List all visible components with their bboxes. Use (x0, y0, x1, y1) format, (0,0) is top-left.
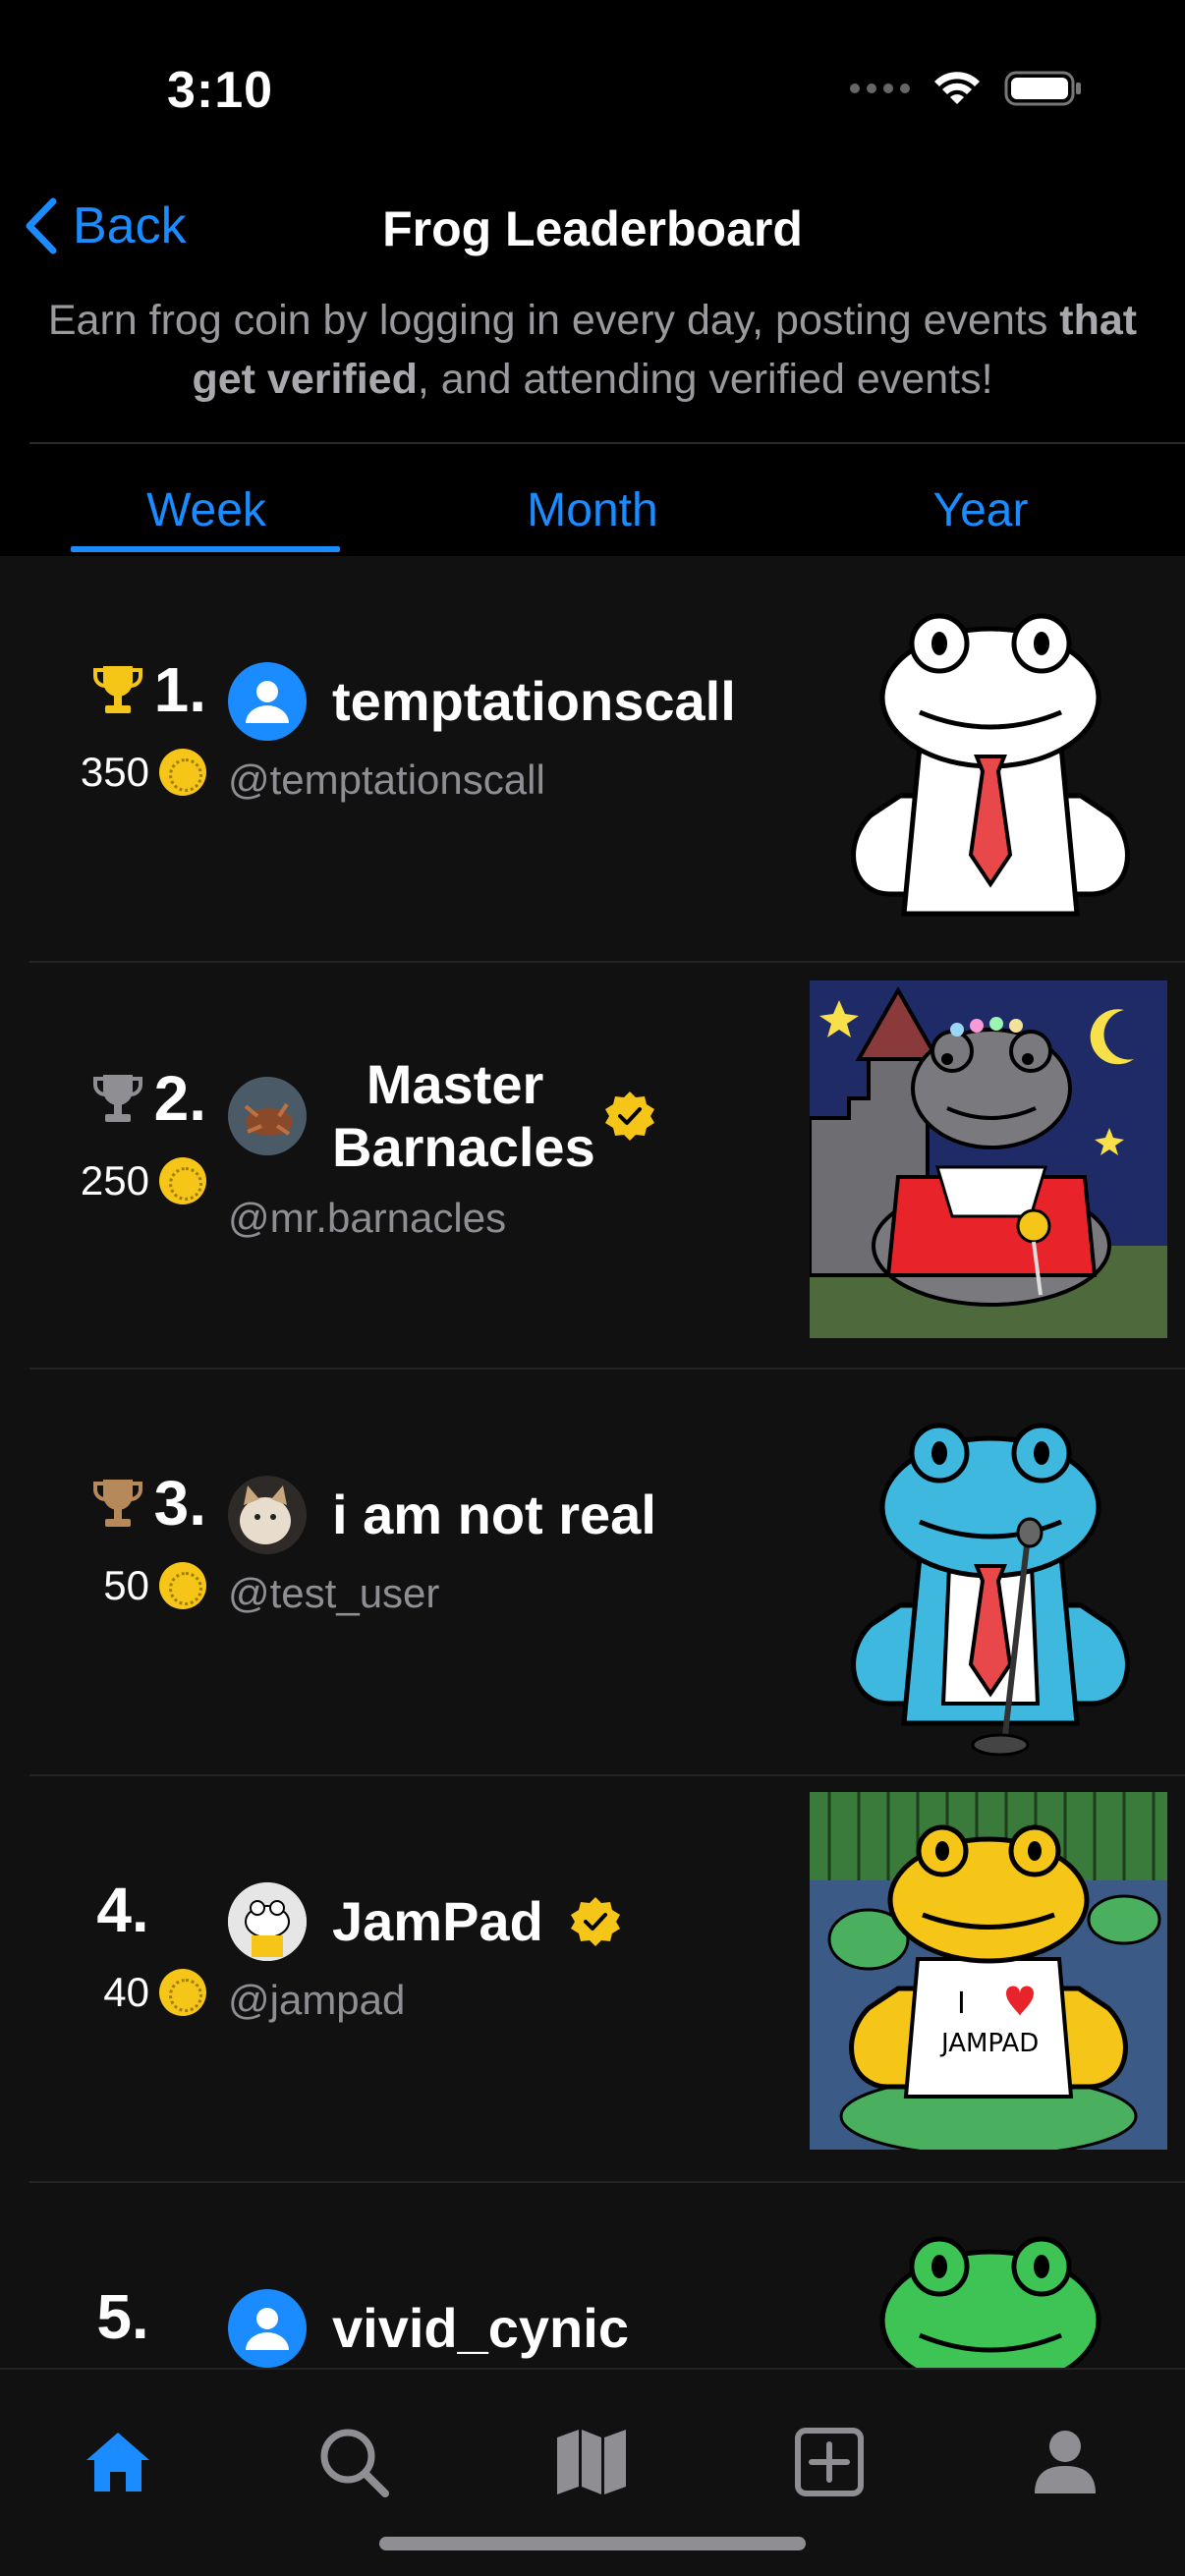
user-block[interactable]: i am not real @test_user (228, 1476, 778, 1617)
frog-art-image[interactable] (810, 980, 1167, 1338)
display-name: i am not real (332, 1484, 656, 1545)
map-icon (557, 2430, 626, 2494)
tab-year[interactable]: Year (843, 483, 1118, 537)
user-block[interactable]: vivid_cynic (228, 2289, 778, 2368)
avatar[interactable] (228, 1077, 307, 1155)
tab-home[interactable] (69, 2413, 167, 2511)
selected-tab-indicator (71, 546, 340, 552)
battery-icon (1004, 71, 1081, 106)
verified-badge-icon (605, 1092, 654, 1141)
person-icon (246, 681, 289, 723)
rank-number: 4. (96, 1875, 149, 1945)
wifi-icon (934, 72, 980, 104)
coin-count: 40 (103, 1969, 149, 2015)
leaderboard-row[interactable]: 2. 250 Master Barnacles @mr.barnacles (0, 963, 1185, 1370)
coin-count: 50 (103, 1562, 149, 1608)
tab-profile[interactable] (1016, 2413, 1114, 2511)
crab-photo-avatar (228, 1077, 307, 1155)
add-icon (795, 2428, 864, 2496)
avatar[interactable] (228, 1476, 307, 1554)
description-part-2: , and attending verified events! (417, 356, 993, 403)
leaderboard-list[interactable]: 1. 350 temptationscall @temptationscall (0, 556, 1185, 2368)
tab-search[interactable] (305, 2413, 403, 2511)
leaderboard-description: Earn frog coin by logging in every day, … (29, 291, 1156, 409)
frog-coin-icon (159, 1157, 206, 1204)
person-icon (246, 2308, 289, 2350)
rank-number: 1. (153, 654, 206, 725)
status-bar: 3:10 (0, 0, 1185, 177)
status-time: 3:10 (167, 62, 274, 119)
frog-coin-icon (159, 1969, 206, 2016)
tab-week[interactable]: Week (69, 483, 344, 537)
avatar[interactable] (228, 2289, 307, 2368)
frog-art-image[interactable]: I JAMPAD (810, 1792, 1167, 2150)
frog-avatar (228, 1882, 307, 1961)
tab-month[interactable]: Month (455, 483, 730, 537)
leaderboard-row[interactable]: 4. 40 JamPad @jampad I JAMPAD (0, 1776, 1185, 2183)
rank-block: 5. (39, 2277, 206, 2356)
home-indicator (379, 2537, 806, 2550)
user-block[interactable]: JamPad @jampad (228, 1882, 778, 2024)
display-name: vivid_cynic (332, 2297, 629, 2359)
trophy-icon (92, 666, 142, 713)
signal-icon (850, 84, 910, 93)
rank-block: 1. 350 (39, 650, 206, 796)
trophy-icon (92, 1075, 142, 1122)
frog-coin-icon (159, 1562, 206, 1609)
rank-block: 4. 40 (39, 1871, 206, 2016)
frog-coin-icon (159, 749, 206, 796)
verified-badge-icon (570, 1897, 620, 1946)
shirt-text-line-2: JAMPAD (939, 2029, 1039, 2058)
frog-art-image[interactable] (812, 2222, 1169, 2368)
shirt-text-line-1: I (957, 1987, 966, 2021)
user-block[interactable]: temptationscall @temptationscall (228, 662, 778, 804)
display-name: JamPad (332, 1890, 543, 1952)
coin-count: 350 (80, 749, 149, 795)
avatar[interactable] (228, 662, 307, 741)
user-handle: @temptationscall (228, 756, 545, 803)
rank-block: 2. 250 (39, 1059, 206, 1204)
period-tabs: Week Month Year (0, 444, 1185, 556)
leaderboard-row[interactable]: 5. vivid_cynic (0, 2183, 1185, 2368)
home-icon (86, 2433, 149, 2492)
display-name: Master Barnacles (332, 1053, 595, 1178)
user-block[interactable]: Master Barnacles @mr.barnacles (228, 1053, 778, 1242)
search-icon (320, 2429, 389, 2497)
user-handle: @test_user (228, 1570, 440, 1616)
frog-art-image[interactable] (812, 1409, 1169, 1766)
rank-block: 3. 50 (39, 1464, 206, 1609)
tab-map[interactable] (542, 2413, 641, 2511)
display-name: temptationscall (332, 670, 736, 732)
frog-art-image[interactable] (812, 599, 1169, 957)
coin-count: 250 (80, 1157, 149, 1204)
cat-photo-avatar (228, 1476, 307, 1554)
trophy-icon (92, 1480, 142, 1527)
rank-number: 2. (153, 1063, 206, 1134)
user-handle: @mr.barnacles (228, 1195, 507, 1241)
leaderboard-row[interactable]: 3. 50 i am not real @test_user (0, 1370, 1185, 1776)
description-part-1: Earn frog coin by logging in every day, … (47, 297, 1048, 344)
tab-add[interactable] (780, 2413, 878, 2511)
avatar[interactable] (228, 1882, 307, 1961)
rank-number: 5. (96, 2281, 149, 2352)
profile-icon (1035, 2431, 1096, 2493)
status-icons (850, 69, 1083, 108)
user-handle: @jampad (228, 1977, 406, 2023)
leaderboard-row[interactable]: 1. 350 temptationscall @temptationscall (0, 556, 1185, 963)
navigation-bar: Back Frog Leaderboard (0, 187, 1185, 275)
page-title: Frog Leaderboard (382, 201, 803, 256)
rank-number: 3. (153, 1468, 206, 1539)
